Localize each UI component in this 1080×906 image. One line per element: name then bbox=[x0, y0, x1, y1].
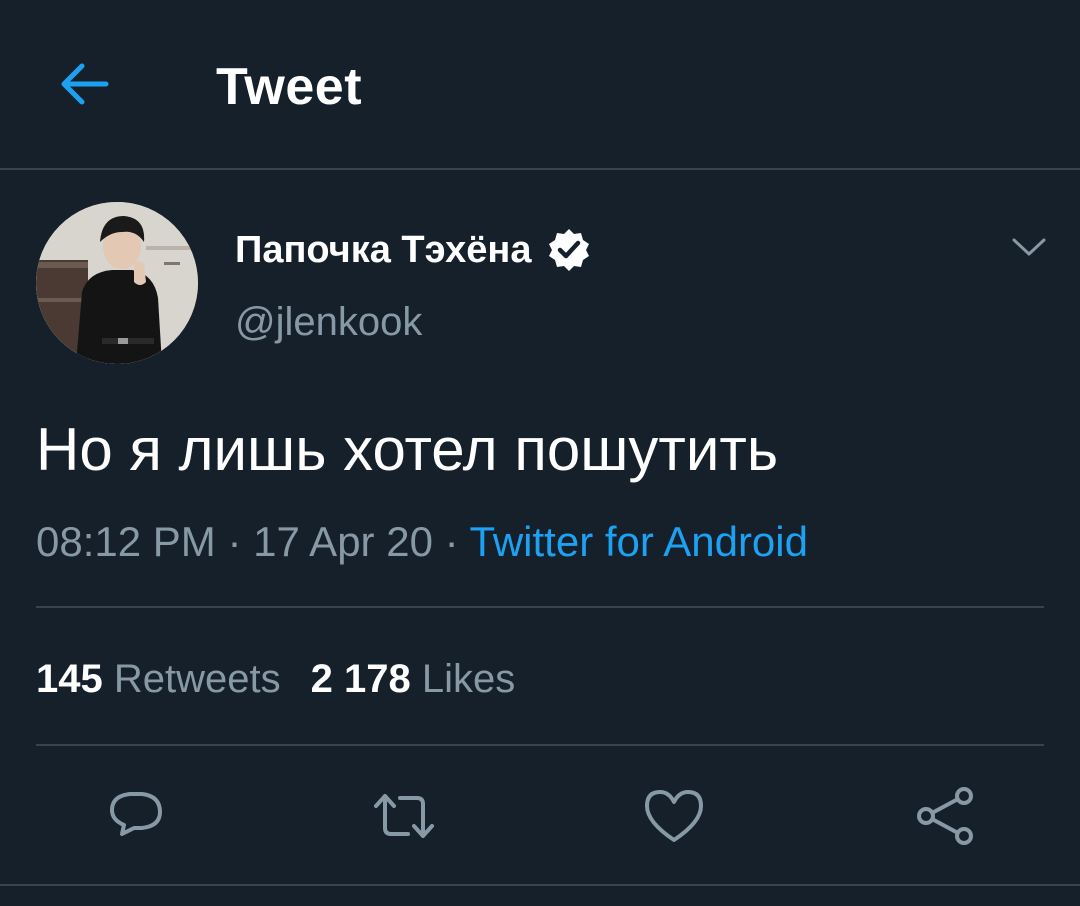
share-button[interactable] bbox=[912, 784, 976, 848]
profile-photo bbox=[36, 202, 198, 364]
divider bbox=[0, 884, 1080, 886]
likes-label: Likes bbox=[421, 657, 516, 701]
retweet-button[interactable] bbox=[372, 784, 436, 848]
author-handle[interactable]: @jlenkook bbox=[235, 296, 422, 348]
display-name: Папочка Тэхёна bbox=[235, 229, 532, 271]
tweet-stats: 145 Retweets 2 178 Likes bbox=[36, 652, 515, 706]
avatar[interactable] bbox=[36, 202, 198, 364]
verified-badge-icon bbox=[546, 227, 592, 273]
tweet-meta: 08:12 PM · 17 Apr 20 · Twitter for Andro… bbox=[36, 514, 808, 570]
tweet-date: 17 Apr 20 bbox=[253, 518, 433, 565]
divider bbox=[36, 744, 1044, 746]
back-button[interactable] bbox=[52, 52, 116, 116]
reply-button[interactable] bbox=[104, 784, 168, 848]
tweet-source-link[interactable]: Twitter for Android bbox=[470, 518, 808, 565]
more-options-button[interactable] bbox=[1004, 222, 1054, 272]
chevron-down-icon bbox=[1012, 238, 1046, 256]
share-icon bbox=[917, 787, 973, 845]
tweet-text: Но я лишь хотел пошутить bbox=[36, 416, 779, 483]
arrow-left-icon bbox=[61, 63, 109, 105]
divider bbox=[36, 606, 1044, 608]
retweets-stat[interactable]: 145 Retweets bbox=[36, 657, 281, 701]
page-title: Tweet bbox=[216, 58, 363, 116]
retweet-icon bbox=[374, 794, 434, 838]
like-button[interactable] bbox=[642, 784, 706, 848]
retweets-count: 145 bbox=[36, 657, 103, 701]
retweets-label: Retweets bbox=[113, 657, 281, 701]
meta-separator: · bbox=[215, 518, 254, 565]
likes-count: 2 178 bbox=[310, 657, 411, 701]
author-name-row[interactable]: Папочка Тэхёна bbox=[235, 222, 592, 278]
like-icon bbox=[645, 790, 703, 842]
reply-icon bbox=[110, 792, 162, 836]
likes-stat[interactable]: 2 178 Likes bbox=[311, 657, 516, 701]
meta-separator: · bbox=[432, 518, 470, 565]
top-app-bar: Tweet bbox=[0, 0, 1080, 170]
tweet-time: 08:12 PM bbox=[36, 518, 216, 565]
